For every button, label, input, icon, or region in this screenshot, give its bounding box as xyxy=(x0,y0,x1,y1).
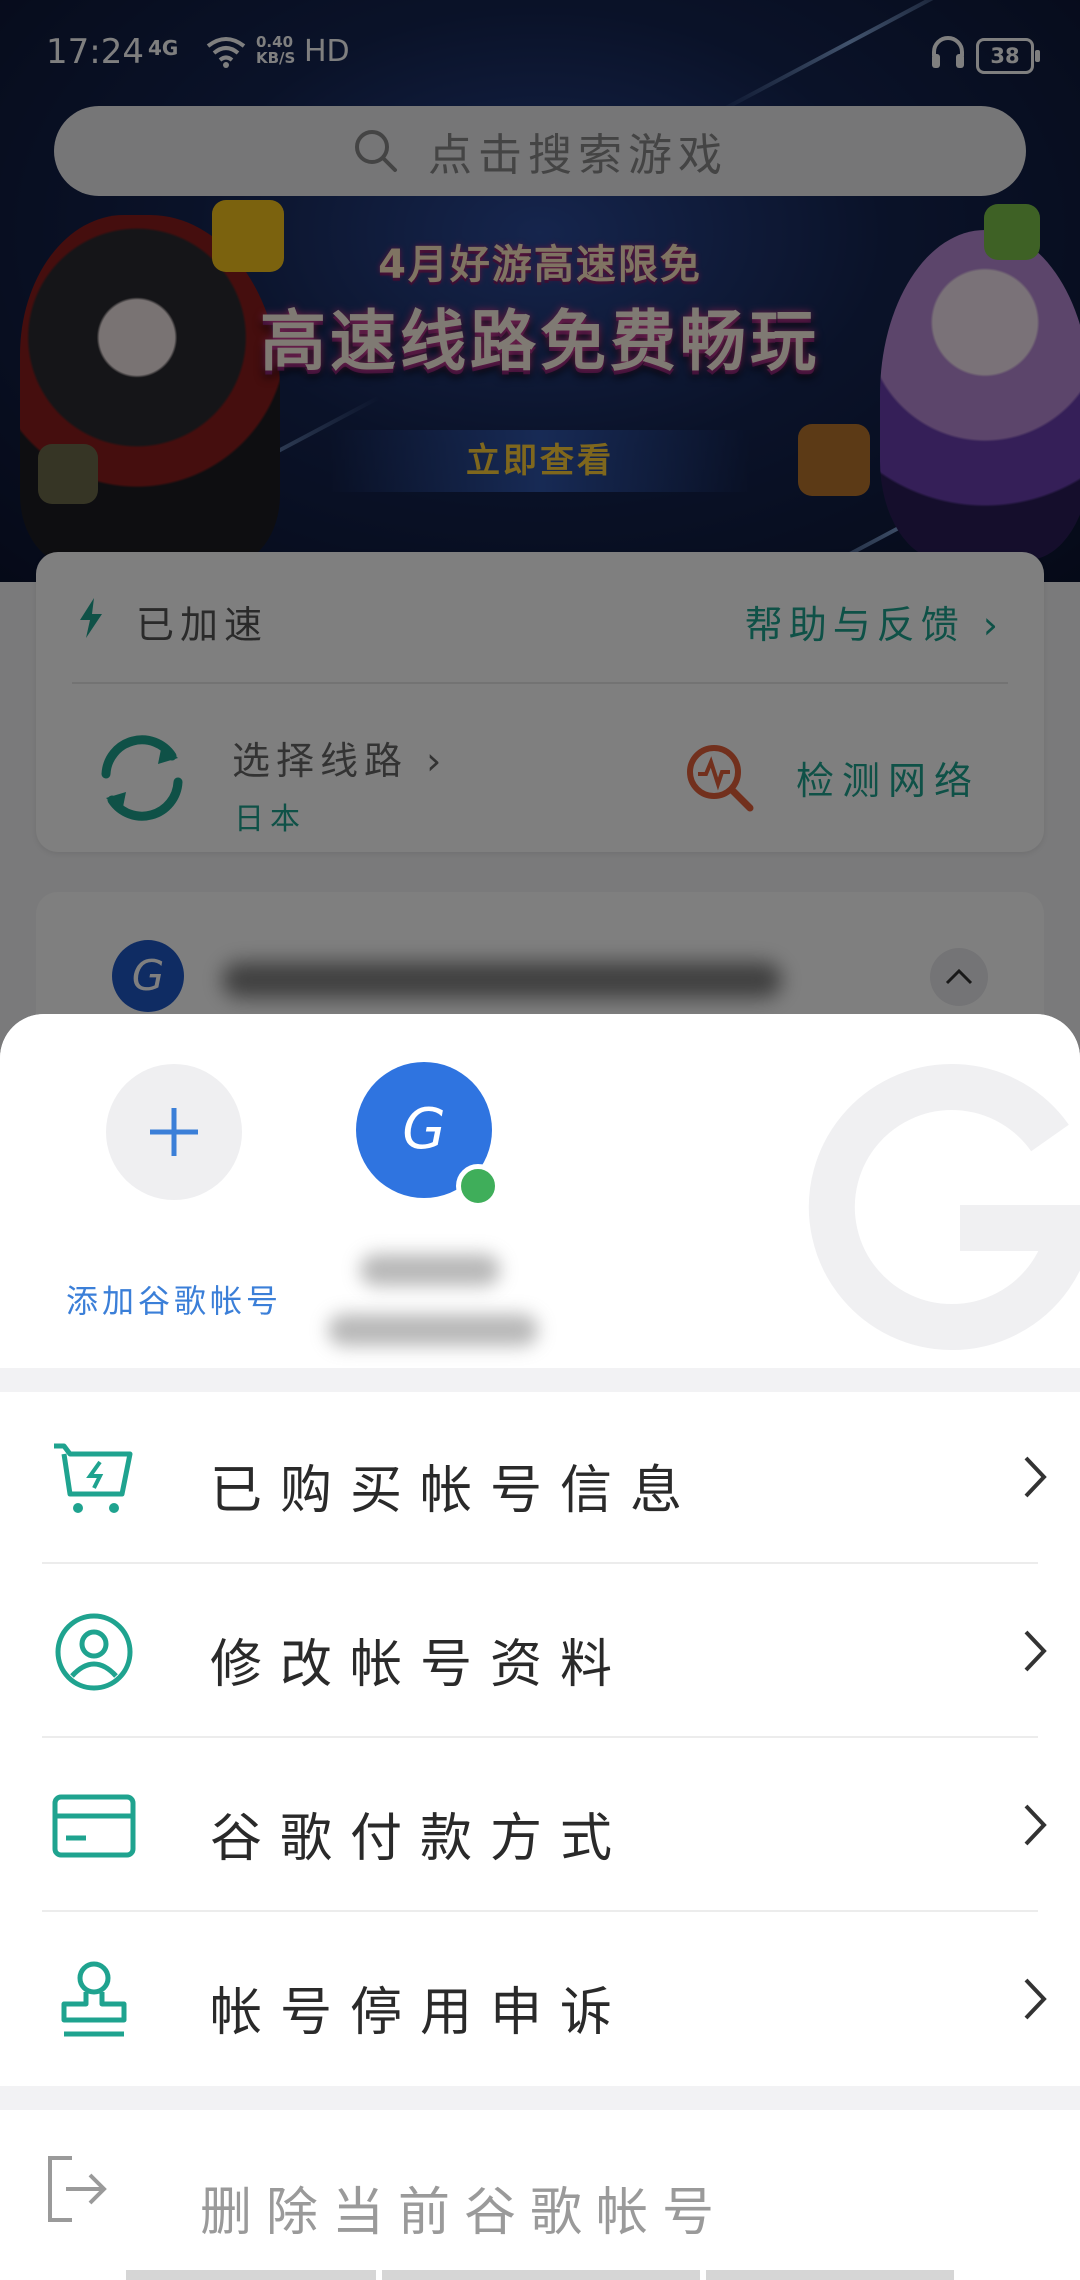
divider xyxy=(42,1562,1038,1564)
google-g-watermark-icon xyxy=(808,1064,1080,1350)
chevron-right-icon xyxy=(1024,1630,1047,1672)
logout-icon xyxy=(48,2156,107,2222)
user-icon xyxy=(48,1608,140,1696)
account-name-redacted xyxy=(360,1254,500,1286)
plus-icon xyxy=(150,1108,198,1156)
menu-item-label: 谷歌付款方式 xyxy=(210,1809,631,1869)
account-menu: 已购买帐号信息 修改帐号资料 谷歌付款方式 帐号停用申诉 xyxy=(0,1392,1080,2086)
delete-account-button[interactable]: 删除当前谷歌帐号 xyxy=(0,2110,1080,2280)
add-account-button[interactable] xyxy=(106,1064,242,1200)
menu-item-payment-methods[interactable]: 谷歌付款方式 xyxy=(0,1740,1080,1912)
stamp-icon xyxy=(48,1956,140,2044)
menu-item-label: 帐号停用申诉 xyxy=(210,1983,631,2043)
chevron-right-icon xyxy=(1024,1978,1047,2020)
chevron-right-icon xyxy=(1024,1456,1047,1498)
cart-icon xyxy=(48,1434,140,1522)
navigation-hint xyxy=(126,2270,376,2280)
navigation-hint xyxy=(706,2270,954,2280)
delete-account-label: 删除当前谷歌帐号 xyxy=(200,2183,729,2243)
menu-item-purchased-accounts[interactable]: 已购买帐号信息 xyxy=(0,1392,1080,1564)
menu-item-label: 修改帐号资料 xyxy=(210,1635,631,1695)
menu-item-account-appeal[interactable]: 帐号停用申诉 xyxy=(0,1914,1080,2086)
account-email-redacted xyxy=(328,1314,538,1346)
add-account-label[interactable]: 添加谷歌帐号 xyxy=(66,1276,282,1322)
credit-card-icon xyxy=(48,1782,140,1870)
account-bottom-sheet: 添加谷歌帐号 G 已购买帐号信息 修改帐号资料 谷歌付款方式 帐号停用申诉 删除… xyxy=(0,1014,1080,2280)
online-status-dot xyxy=(456,1164,500,1208)
menu-item-edit-profile[interactable]: 修改帐号资料 xyxy=(0,1566,1080,1738)
divider xyxy=(42,1736,1038,1738)
menu-item-label: 已购买帐号信息 xyxy=(210,1461,701,1521)
account-switcher: 添加谷歌帐号 G xyxy=(0,1014,1080,1368)
divider xyxy=(42,1910,1038,1912)
chevron-right-icon xyxy=(1024,1804,1047,1846)
navigation-hint xyxy=(382,2270,700,2280)
